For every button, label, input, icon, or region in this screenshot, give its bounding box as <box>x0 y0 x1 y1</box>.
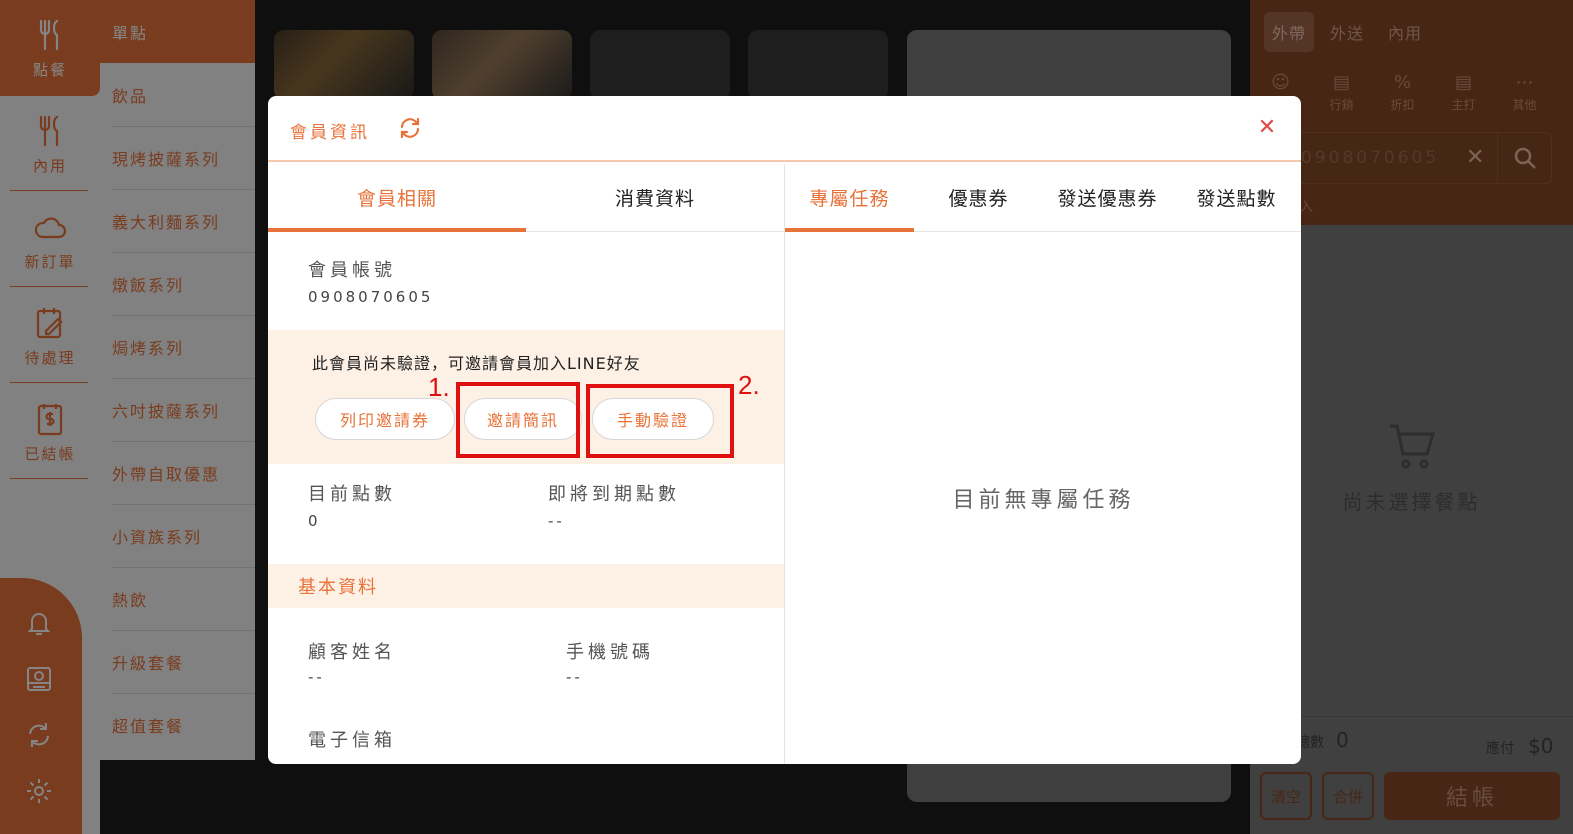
dialog-header: 會員資訊 ✕ <box>268 96 1301 162</box>
tab-send-coupon[interactable]: 發送優惠券 <box>1043 164 1172 231</box>
verification-message: 此會員尚未驗證，可邀請會員加入LINE好友 <box>312 354 641 373</box>
dialog-title: 會員資訊 <box>290 123 370 143</box>
account-value: 0908070605 <box>308 288 434 306</box>
customer-name-label: 顧客姓名 <box>308 642 396 663</box>
expiring-points-label: 即將到期點數 <box>548 484 680 505</box>
empty-task-message: 目前無專屬任務 <box>952 488 1135 513</box>
left-tab-bar: 會員相關 消費資料 <box>268 164 784 232</box>
right-tab-bar: 專屬任務 優惠券 發送優惠券 發送點數 <box>785 164 1301 232</box>
phone-label: 手機號碼 <box>566 642 654 663</box>
tab-send-points[interactable]: 發送點數 <box>1172 164 1301 231</box>
highlight-box-1 <box>456 382 580 458</box>
member-detail-pane: 會員相關 消費資料 會員帳號 0908070605 此會員尚未驗證，可邀請會員加… <box>268 164 784 764</box>
tab-spending-data[interactable]: 消費資料 <box>526 164 784 231</box>
expiring-points-value: -- <box>548 512 565 530</box>
basic-info-header: 基本資料 <box>268 564 784 608</box>
print-invite-button[interactable]: 列印邀請券 <box>315 398 455 440</box>
email-label: 電子信箱 <box>308 730 396 751</box>
phone-value: -- <box>566 668 583 686</box>
account-label: 會員帳號 <box>308 260 396 281</box>
step-annotation-2: 2. <box>738 370 760 400</box>
highlight-box-2 <box>586 384 734 458</box>
member-actions-pane: 專屬任務 優惠券 發送優惠券 發送點數 目前無專屬任務 <box>784 164 1301 764</box>
tab-coupons[interactable]: 優惠券 <box>914 164 1043 231</box>
customer-name-value: -- <box>308 668 325 686</box>
member-info-dialog: 會員資訊 ✕ 會員相關 消費資料 會員帳號 0908070605 此會員尚未驗證… <box>268 96 1301 764</box>
tab-exclusive-tasks[interactable]: 專屬任務 <box>785 164 914 232</box>
refresh-icon[interactable] <box>398 116 422 140</box>
step-annotation-1: 1. <box>428 372 450 402</box>
tab-member-related[interactable]: 會員相關 <box>268 164 526 232</box>
verification-notice: 此會員尚未驗證，可邀請會員加入LINE好友 列印邀請券 邀請簡訊 手動驗證 1.… <box>268 330 784 464</box>
points-label: 目前點數 <box>308 484 396 505</box>
points-value: 0 <box>308 512 321 530</box>
close-icon[interactable]: ✕ <box>1255 114 1279 142</box>
